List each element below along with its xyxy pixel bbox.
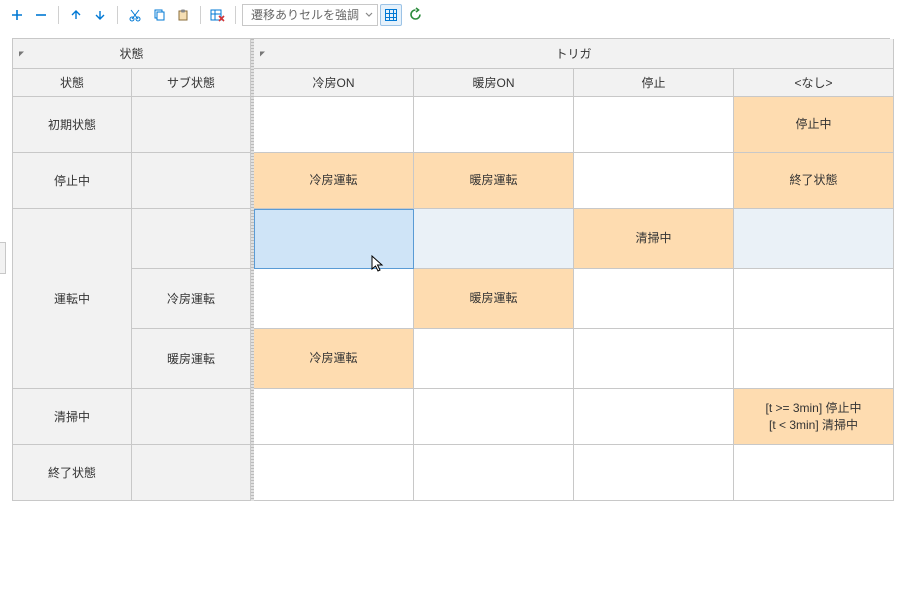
transition-cell[interactable] bbox=[254, 97, 414, 153]
transition-cell[interactable] bbox=[414, 389, 574, 445]
move-up-button[interactable] bbox=[65, 4, 87, 26]
highlight-dropdown[interactable]: 遷移ありセルを強調 bbox=[242, 4, 378, 26]
transition-cell-selected[interactable] bbox=[254, 209, 414, 269]
state-cell[interactable]: 初期状態 bbox=[13, 97, 132, 153]
substate-cell[interactable] bbox=[132, 97, 251, 153]
state-cell[interactable]: 停止中 bbox=[13, 153, 132, 209]
transition-cell[interactable] bbox=[734, 445, 894, 501]
transition-cell[interactable]: [t >= 3min] 停止中 [t < 3min] 清掃中 bbox=[734, 389, 894, 445]
transition-cell[interactable] bbox=[254, 445, 414, 501]
transition-cell[interactable] bbox=[414, 209, 574, 269]
transition-cell[interactable] bbox=[574, 97, 734, 153]
transition-cell[interactable] bbox=[734, 209, 894, 269]
transition-cell[interactable] bbox=[254, 389, 414, 445]
transition-cell[interactable]: 終了状態 bbox=[734, 153, 894, 209]
transition-cell[interactable]: 冷房運転 bbox=[254, 329, 414, 389]
transition-cell[interactable] bbox=[574, 445, 734, 501]
transition-cell[interactable] bbox=[414, 445, 574, 501]
transition-cell[interactable]: 冷房運転 bbox=[254, 153, 414, 209]
substate-cell[interactable] bbox=[132, 445, 251, 501]
trigger-header: 冷房ON bbox=[254, 69, 414, 97]
cut-button[interactable] bbox=[124, 4, 146, 26]
transition-cell[interactable]: 暖房運転 bbox=[414, 269, 574, 329]
transition-cell[interactable]: 清掃中 bbox=[574, 209, 734, 269]
transition-cell[interactable] bbox=[254, 269, 414, 329]
trigger-header: 暖房ON bbox=[414, 69, 574, 97]
transition-cell[interactable]: 停止中 bbox=[734, 97, 894, 153]
toolbar: 遷移ありセルを強調 bbox=[0, 0, 902, 30]
transition-cell[interactable] bbox=[734, 329, 894, 389]
trigger-group-header: トリガ bbox=[254, 39, 894, 69]
transition-cell[interactable] bbox=[414, 329, 574, 389]
chevron-down-icon bbox=[365, 11, 373, 19]
separator bbox=[235, 6, 236, 24]
state-cell[interactable]: 清掃中 bbox=[13, 389, 132, 445]
state-header: 状態 bbox=[13, 69, 132, 97]
add-button[interactable] bbox=[6, 4, 28, 26]
state-group-header: 状態 bbox=[13, 39, 251, 69]
expand-handle[interactable] bbox=[0, 242, 6, 274]
remove-button[interactable] bbox=[30, 4, 52, 26]
transition-cell[interactable] bbox=[574, 389, 734, 445]
state-transition-table: 状態 状態 サブ状態 初期状態 停止中 運転中 bbox=[0, 30, 902, 501]
transition-cell[interactable] bbox=[574, 153, 734, 209]
copy-button[interactable] bbox=[148, 4, 170, 26]
dropdown-label: 遷移ありセルを強調 bbox=[251, 6, 359, 23]
triangle-icon bbox=[19, 51, 24, 56]
state-cell[interactable]: 運転中 bbox=[13, 209, 132, 389]
move-down-button[interactable] bbox=[89, 4, 111, 26]
separator bbox=[117, 6, 118, 24]
substate-header: サブ状態 bbox=[132, 69, 251, 97]
separator bbox=[200, 6, 201, 24]
trigger-header: 停止 bbox=[574, 69, 734, 97]
refresh-button[interactable] bbox=[404, 4, 426, 26]
grid-toggle-button[interactable] bbox=[380, 4, 402, 26]
substate-cell[interactable] bbox=[132, 389, 251, 445]
header-label: 状態 bbox=[119, 45, 143, 62]
state-cell[interactable]: 終了状態 bbox=[13, 445, 132, 501]
transition-cell[interactable] bbox=[734, 269, 894, 329]
trigger-columns: トリガ 冷房ON 暖房ON 停止 <なし> 停止中 冷房運転 暖房運転 bbox=[251, 39, 894, 501]
state-columns: 状態 状態 サブ状態 初期状態 停止中 運転中 bbox=[13, 39, 251, 501]
separator bbox=[58, 6, 59, 24]
substate-cell[interactable]: 暖房運転 bbox=[132, 329, 251, 389]
header-label: トリガ bbox=[555, 45, 591, 62]
transition-cell[interactable] bbox=[574, 269, 734, 329]
transition-cell[interactable] bbox=[414, 97, 574, 153]
triangle-icon bbox=[260, 51, 265, 56]
trigger-header: <なし> bbox=[734, 69, 894, 97]
transition-cell[interactable] bbox=[574, 329, 734, 389]
delete-table-button[interactable] bbox=[207, 4, 229, 26]
transition-cell[interactable]: 暖房運転 bbox=[414, 153, 574, 209]
substate-cell[interactable]: 冷房運転 bbox=[132, 269, 251, 329]
substate-cell[interactable] bbox=[132, 209, 251, 269]
paste-button[interactable] bbox=[172, 4, 194, 26]
substate-cell[interactable] bbox=[132, 153, 251, 209]
